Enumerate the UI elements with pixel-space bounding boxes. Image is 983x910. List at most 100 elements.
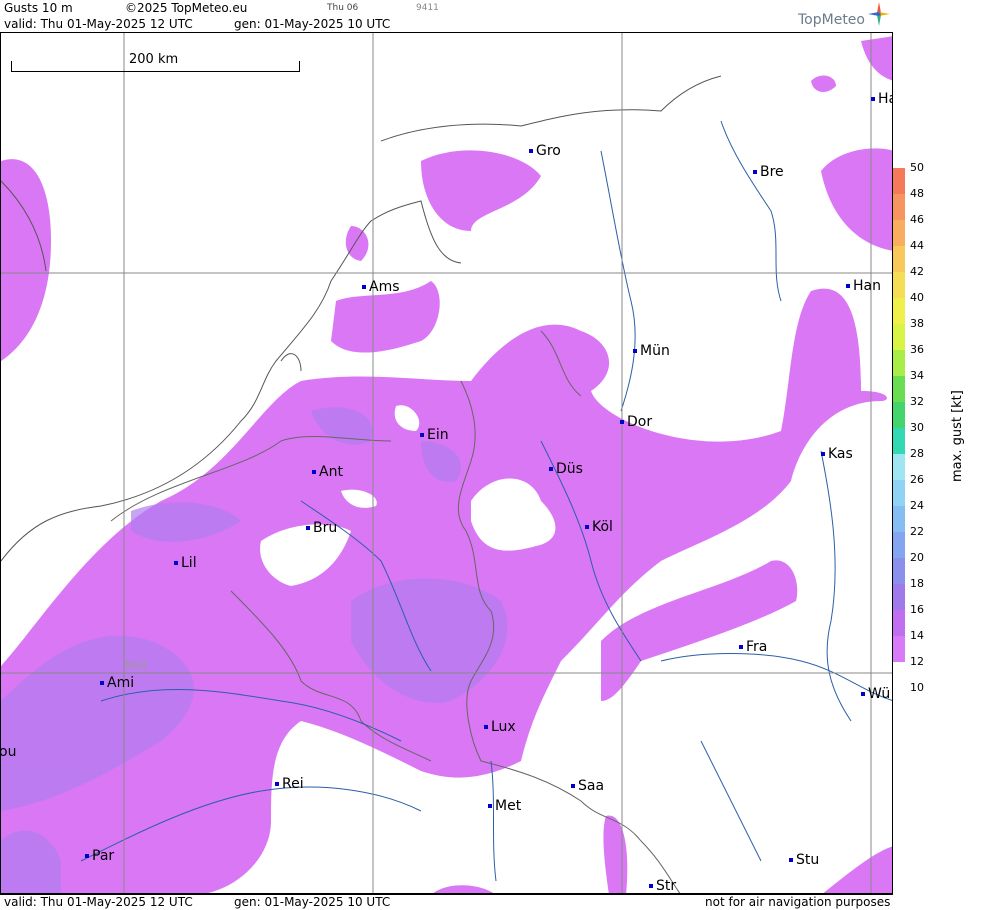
city-kol: Köl [585, 519, 613, 535]
city-dot [571, 784, 575, 788]
city-dot [85, 854, 89, 858]
code: 9411 [416, 3, 439, 13]
city-dot [846, 284, 850, 288]
footer: valid: Thu 01-May-2025 12 UTC gen: 01-Ma… [0, 894, 893, 910]
city-fra: Fra [739, 639, 767, 655]
legend-tick-label: 26 [910, 473, 924, 486]
color-legend: 50 48 46 44 42 40 38 36 34 32 30 28 26 24 22 20 18 16 14 12… [893, 161, 983, 698]
city-dot [100, 681, 104, 685]
run-day: Thu 06 [327, 3, 359, 13]
city-label: Köl [592, 519, 613, 535]
legend-tick-label: 36 [910, 343, 924, 356]
legend-tick-label: 44 [910, 239, 924, 252]
city-label: Bru [313, 520, 338, 536]
city-bru: Bru [306, 520, 337, 536]
legend-tick-label: 22 [910, 525, 924, 538]
city-dot [633, 349, 637, 353]
legend-swatch [893, 350, 905, 376]
city-lux: Lux [484, 719, 516, 735]
city-met: Met [488, 798, 521, 814]
city-dot [789, 858, 793, 862]
city-dot [484, 725, 488, 729]
legend-swatch [893, 324, 905, 350]
legend-swatch [893, 428, 905, 454]
city-ami: Ami [100, 675, 134, 691]
city-label: Saa [578, 778, 605, 794]
legend-tick-label: 40 [910, 291, 924, 304]
legend-tick-label: 20 [910, 551, 924, 564]
city-dot [753, 170, 757, 174]
legend-swatch [893, 376, 905, 402]
graticule-label: N50 [125, 659, 148, 672]
legend-tick-label: 12 [910, 655, 924, 668]
city-dot [861, 692, 865, 696]
city-mun: Mün [633, 343, 670, 359]
legend-tick-label: 34 [910, 369, 924, 382]
legend-swatch [893, 558, 905, 584]
copyright: ©2025 TopMeteo.eu [125, 1, 248, 15]
city-label: Ein [427, 427, 449, 443]
city-han: Han [846, 278, 881, 294]
legend-tick-label: 46 [910, 213, 924, 226]
legend-colorbar [893, 168, 905, 662]
city-rei: Rei [275, 776, 304, 792]
city-dot [585, 525, 589, 529]
city-label: Bre [760, 164, 784, 180]
city-dot [362, 285, 366, 289]
city-bre: Bre [753, 164, 784, 180]
city-label: Fra [746, 639, 768, 655]
legend-swatch [893, 636, 905, 662]
legend-tick-label: 50 [910, 161, 924, 174]
header: Gusts 10 m ©2025 TopMeteo.eu Thu 06 9411… [0, 0, 893, 33]
city-dot [620, 420, 624, 424]
gust-map[interactable]: 200 km N50 Gro Bre Ha Ams Han Mün Dor Ei… [0, 32, 893, 894]
city-dor: Dor [620, 414, 652, 430]
legend-swatch [893, 506, 905, 532]
city-label: Ant [319, 464, 343, 480]
topmeteo-logo: TopMeteo [798, 12, 865, 28]
city-label: Ams [369, 279, 400, 295]
city-ant: Ant [312, 464, 343, 480]
city-label: Par [92, 848, 115, 864]
city-dot [275, 782, 279, 786]
legend-swatch [893, 584, 905, 610]
legend-tick-label: 10 [910, 681, 924, 694]
legend-tick-label: 38 [910, 317, 924, 330]
city-label: Wü [868, 686, 891, 702]
city-dot [306, 526, 310, 530]
city-label: Stu [796, 852, 820, 868]
legend-swatch [893, 298, 905, 324]
legend-tick-label: 16 [910, 603, 924, 616]
legend-swatch [893, 402, 905, 428]
city-wu: Wü [861, 686, 890, 702]
city-dot [649, 884, 653, 888]
city-dot [488, 804, 492, 808]
city-ams: Ams [362, 279, 400, 295]
product-title: Gusts 10 m [4, 1, 73, 15]
city-label: Düs [556, 461, 583, 477]
city-str: Str [649, 878, 676, 893]
city-label: Met [495, 798, 522, 814]
city-label: Lux [491, 719, 516, 735]
city-saa: Saa [571, 778, 604, 794]
city-ou: ou [1, 744, 16, 760]
city-ein: Ein [420, 427, 449, 443]
city-dot [821, 452, 825, 456]
city-label: Mün [640, 343, 670, 359]
legend-swatch [893, 220, 905, 246]
compass-icon [868, 2, 890, 29]
city-gro: Gro [529, 143, 561, 159]
city-label: Han [853, 278, 881, 294]
legend-tick-label: 14 [910, 629, 924, 642]
legend-tick-label: 42 [910, 265, 924, 278]
legend-swatch [893, 532, 905, 558]
city-dot [312, 470, 316, 474]
city-label: Dor [627, 414, 653, 430]
city-label: Gro [536, 143, 561, 159]
legend-tick-label: 18 [910, 577, 924, 590]
city-dot [739, 645, 743, 649]
scale-label: 200 km [129, 52, 179, 67]
city-dus: Düs [549, 461, 583, 477]
city-dot [549, 467, 553, 471]
legend-swatch [893, 194, 905, 220]
